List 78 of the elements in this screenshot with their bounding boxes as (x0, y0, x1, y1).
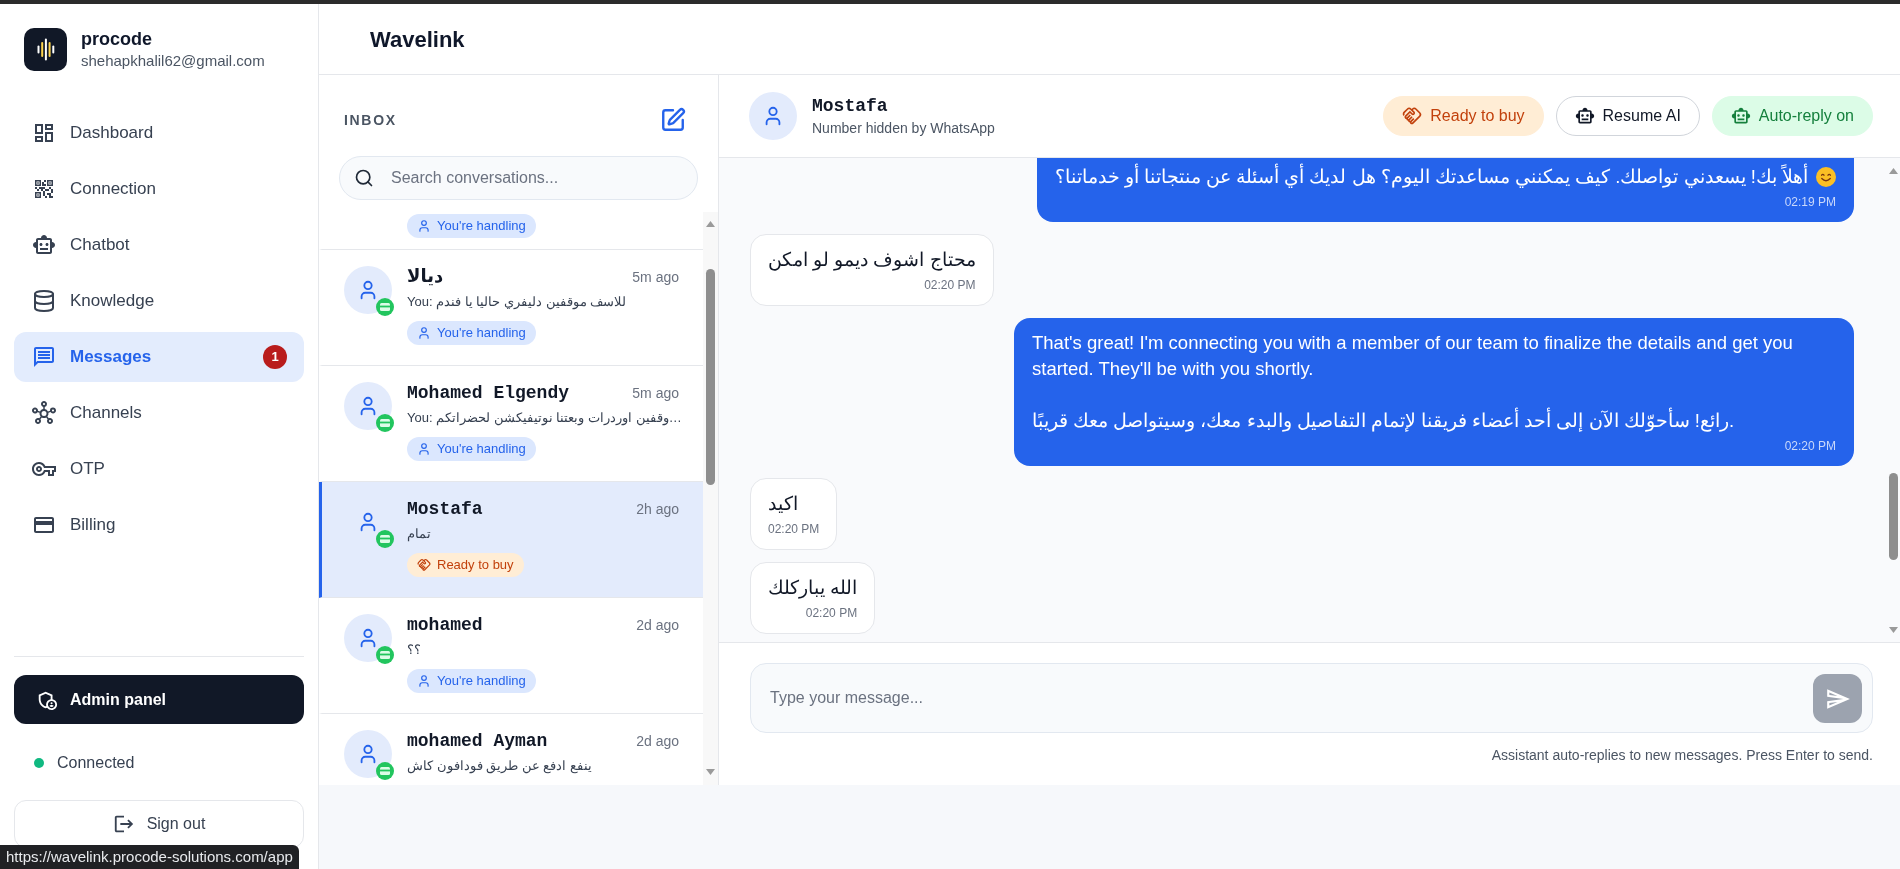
tag-label: You're handling (437, 673, 526, 689)
admin-panel-button[interactable]: Admin panel (14, 675, 304, 724)
scroll-down-arrow-icon[interactable] (706, 769, 715, 775)
message-preview: You: وقفين اوردرات وبعتنا نوتيفيكشن لحضراتكم… (407, 409, 682, 428)
scrollbar-thumb[interactable] (706, 269, 715, 485)
message-text: الله يباركلك (768, 576, 858, 601)
action-button[interactable]: Resume AI (1555, 96, 1700, 136)
scroll-up-arrow-icon[interactable] (1889, 168, 1898, 174)
handshake-icon (417, 558, 431, 572)
message-input[interactable]: Type your message... (750, 663, 1873, 733)
scroll-down-arrow-icon[interactable] (1889, 627, 1898, 633)
robot-icon (32, 233, 56, 257)
message-text: محتاج اشوف ديمو لو امكن (768, 248, 976, 273)
conversation-item[interactable]: You're handling (319, 212, 703, 250)
nav-item[interactable]: Messages 1 (14, 332, 304, 382)
hub-icon (32, 401, 56, 425)
search-icon (354, 168, 374, 188)
account-email: shehapkhalil62@gmail.com (81, 51, 265, 71)
link-status-tooltip: https://wavelink.procode-solutions.com/app (0, 845, 299, 869)
logout-icon (112, 813, 135, 835)
database-icon (32, 289, 56, 313)
message-time: 02:19 PM (1784, 194, 1836, 210)
count-badge: 1 (263, 345, 287, 369)
sign-out-button[interactable]: Sign out (14, 800, 304, 848)
action-button[interactable]: Auto-reply on (1711, 96, 1873, 136)
message-text: أهلاً بك! يسعدني تواصلك. كيف يمكنني مساعدتك اليوم؟ هل لديك أي أسئلة عن منتجاتنا أو خدماتنا؟ (1054, 164, 1808, 190)
contact-name: Mostafa (812, 95, 889, 118)
account-name: procode (81, 28, 153, 51)
contact-name: mohamed (407, 613, 483, 637)
contact-subtitle: Number hidden by WhatsApp (812, 119, 995, 138)
channel-badge-icon (376, 530, 394, 548)
contact-name: ديالا (407, 265, 444, 289)
app-title: Wavelink (370, 25, 465, 54)
robot-icon (1730, 106, 1751, 126)
message-preview: ؟؟ (407, 641, 421, 659)
waveform-logo-icon (24, 27, 67, 71)
channel-badge-icon (376, 414, 394, 432)
tag-label: You're handling (437, 325, 526, 341)
message-preview: ينفع ادفع عن طريق فودافون كاش (407, 757, 593, 776)
message-time: 02:20 PM (768, 521, 820, 537)
inbox-title: INBOX (344, 110, 397, 130)
message-text: That's great! I'm connecting you with a member of our team to finalize the details and get you started. They'll be with you shortly. رائع! سأحوّلك الآن إلى أحد أعضاء فريقنا لإتمام التفاصيل والبدء معك، وسيتواصل معك قريبًا. (1032, 331, 1794, 434)
person-icon (417, 219, 431, 233)
composer-hint: Assistant auto-replies to new messages. Press Enter to send. (1491, 746, 1873, 765)
compose-icon[interactable] (660, 107, 686, 133)
message-preview: تمام (407, 525, 431, 544)
qr-code-icon (32, 177, 56, 201)
search-field[interactable]: Search conversations... (339, 156, 698, 200)
robot-icon (1574, 106, 1595, 126)
contact-name: Mostafa (407, 497, 483, 521)
tag-label: You're handling (437, 441, 526, 457)
action-button[interactable]: Ready to buy (1383, 96, 1544, 136)
handshake-icon (1402, 106, 1423, 126)
message-text: اكيد (768, 492, 799, 516)
channel-badge-icon (376, 762, 394, 780)
conversation-time: 2h ago (636, 499, 679, 519)
person-icon (417, 442, 431, 456)
conversation-time: 2d ago (636, 615, 679, 635)
contact-name: Mohamed Elgendy (407, 381, 570, 405)
contact-name: mohamed Ayman (407, 729, 548, 753)
message-time: 02:20 PM (805, 605, 858, 621)
message-time: 02:20 PM (924, 277, 976, 293)
person-icon (417, 326, 431, 340)
dashboard-icon (32, 121, 56, 145)
message-time: 02:20 PM (1784, 438, 1836, 454)
conversation-time: 5m ago (632, 267, 679, 287)
channel-badge-icon (376, 298, 394, 316)
message-preview: You: للاسف موقفين دليفري حاليا يا فندم (407, 293, 627, 312)
channel-badge-icon (376, 646, 394, 664)
tag-label: Ready to buy (437, 557, 514, 573)
conversation-time: 5m ago (632, 383, 679, 403)
conversation-time: 2d ago (636, 731, 679, 751)
scrollbar-thumb[interactable] (1889, 473, 1898, 560)
chat-bubble-icon (32, 345, 56, 369)
connection-status: Connected (57, 753, 135, 773)
tag-label: You're handling (437, 218, 526, 234)
person-icon (417, 674, 431, 688)
scroll-up-arrow-icon[interactable] (706, 221, 715, 227)
